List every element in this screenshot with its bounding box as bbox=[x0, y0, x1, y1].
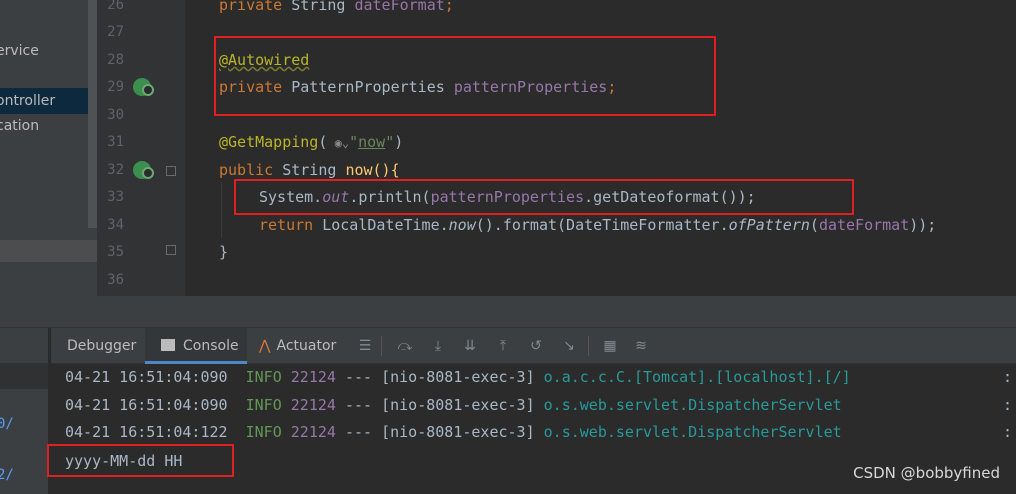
line-number: 31 bbox=[107, 134, 124, 150]
log-line: 04-21 16:51:04:090 INFO 22124 --- [nio-8… bbox=[65, 396, 842, 414]
fold-marker-icon[interactable] bbox=[166, 166, 176, 176]
log-line-tail: : bbox=[1003, 423, 1013, 441]
panel-divider[interactable] bbox=[0, 296, 1016, 328]
run-left-selected bbox=[0, 363, 48, 389]
highlight-box-println bbox=[234, 179, 854, 215]
globe-icon[interactable]: ◉⌄ bbox=[327, 136, 349, 150]
run-to-cursor-icon[interactable]: ↘ bbox=[560, 337, 578, 355]
toolbar-separator bbox=[588, 336, 589, 356]
table-icon[interactable]: ▦ bbox=[601, 337, 619, 355]
watermark: CSDN @bobbyfined bbox=[853, 464, 1000, 482]
run-left-panel: 0/ 2/ bbox=[0, 328, 48, 494]
autowired-bean-icon[interactable] bbox=[133, 78, 154, 96]
menu-icon[interactable]: ☰ bbox=[356, 337, 374, 355]
url-link[interactable]: now bbox=[358, 133, 385, 151]
tab-debugger[interactable]: Debugger bbox=[67, 328, 136, 364]
code-line-31: @GetMapping( ◉⌄"now") bbox=[219, 133, 404, 151]
highlight-box-autowired bbox=[214, 36, 716, 116]
project-horizontal-strip bbox=[0, 240, 97, 262]
log-line: 04-21 16:51:04:122 INFO 22124 --- [nio-8… bbox=[65, 423, 842, 441]
drop-frame-icon[interactable]: ↺ bbox=[527, 337, 545, 355]
project-item-controller[interactable]: ontroller bbox=[0, 93, 55, 109]
actuator-icon: ⋀ bbox=[259, 338, 271, 354]
project-item-application[interactable]: cation bbox=[0, 118, 39, 134]
left-link[interactable]: 2/ bbox=[0, 467, 14, 483]
step-out-icon[interactable]: ⤒ bbox=[494, 337, 512, 355]
fold-marker-icon[interactable] bbox=[166, 245, 176, 255]
console-icon bbox=[161, 339, 175, 351]
left-link[interactable]: 0/ bbox=[0, 416, 14, 432]
settings-icon[interactable]: ≋ bbox=[632, 337, 650, 355]
indent-guide bbox=[221, 182, 222, 238]
project-item-service[interactable]: ervice bbox=[0, 43, 39, 59]
log-line: 04-21 16:51:04:090 INFO 22124 --- [nio-8… bbox=[65, 368, 851, 386]
log-line-tail: : bbox=[1003, 396, 1013, 414]
code-line-32: public String now(){ bbox=[219, 161, 400, 179]
project-panel: ervice ontroller cation bbox=[0, 0, 97, 296]
line-number: 26 bbox=[107, 0, 124, 13]
ide-window: ervice ontroller cation 26 27 28 29 30 3… bbox=[0, 0, 1016, 494]
line-number: 28 bbox=[107, 52, 124, 68]
tab-console[interactable]: Console bbox=[145, 328, 247, 364]
line-number: 34 bbox=[107, 217, 124, 233]
debug-tool-tabs: Debugger Console ⋀ Actuator ☰ ⤼ ⤓ ⇊ ⤒ ↺ ↘… bbox=[51, 328, 1016, 364]
line-number: 35 bbox=[107, 244, 124, 260]
code-line-35: } bbox=[219, 243, 229, 261]
line-number: 32 bbox=[107, 162, 124, 178]
force-step-into-icon[interactable]: ⇊ bbox=[461, 337, 479, 355]
line-number: 27 bbox=[107, 24, 124, 40]
code-line-34: return LocalDateTime.now().format(DateTi… bbox=[259, 216, 937, 234]
step-over-icon[interactable]: ⤼ bbox=[396, 337, 414, 355]
web-endpoint-icon[interactable] bbox=[133, 161, 154, 179]
highlight-box-output bbox=[47, 444, 234, 477]
line-number: 29 bbox=[107, 79, 124, 95]
line-number: 36 bbox=[107, 272, 124, 288]
code-editor[interactable]: private String dateFormat; @Autowired pr… bbox=[185, 0, 1016, 296]
code-line-26: private String dateFormat; bbox=[219, 0, 454, 14]
toolbar-separator bbox=[381, 336, 382, 356]
step-into-icon[interactable]: ⤓ bbox=[429, 337, 447, 355]
tab-actuator[interactable]: ⋀ Actuator bbox=[259, 328, 336, 364]
line-number: 33 bbox=[107, 189, 124, 205]
log-line-tail: : bbox=[1003, 368, 1013, 386]
line-number: 30 bbox=[107, 107, 124, 123]
